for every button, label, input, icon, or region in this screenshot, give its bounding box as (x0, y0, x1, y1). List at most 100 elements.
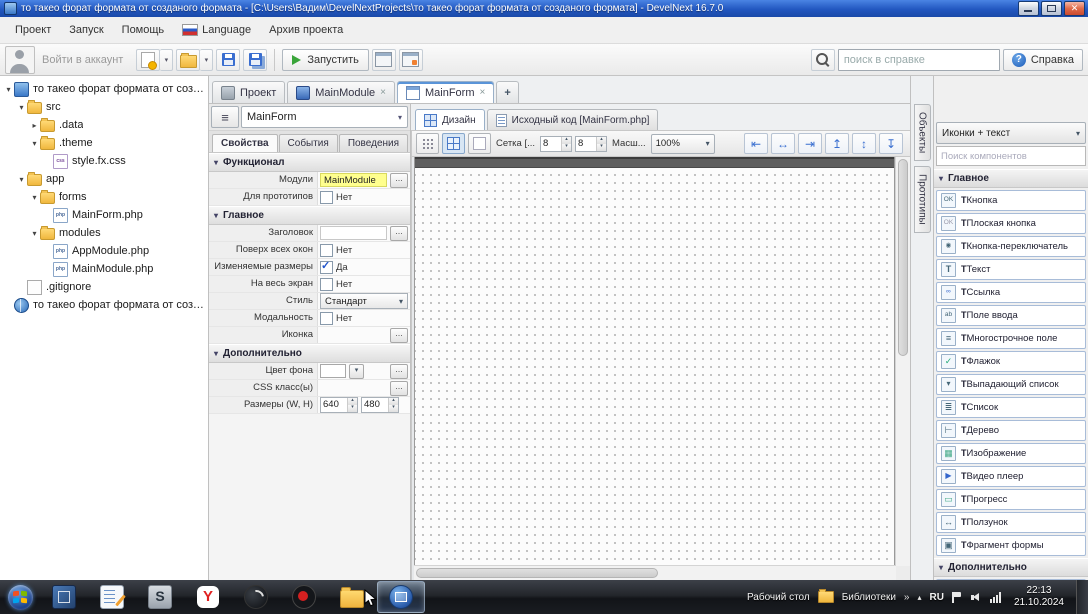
maximize-button[interactable] (1041, 1, 1062, 16)
action-center-flag-icon[interactable] (952, 592, 963, 603)
taskbar-app-document-editor[interactable] (89, 582, 135, 612)
align-left-icon[interactable] (744, 133, 768, 154)
tree-item-mainform-php[interactable]: MainForm.php (0, 206, 208, 224)
palette-item-progress-bar[interactable]: Прогресс (936, 489, 1086, 510)
collapse-arrow-icon[interactable]: ▾ (29, 193, 40, 202)
palette-item-tree-view[interactable]: Дерево (936, 420, 1086, 441)
search-button[interactable] (811, 49, 835, 71)
form-selector-dropdown[interactable]: MainForm (241, 106, 408, 128)
align-right-icon[interactable] (798, 133, 822, 154)
collapse-arrow-icon[interactable]: ▾ (3, 85, 14, 94)
spinner-down-icon[interactable] (348, 405, 357, 412)
taskbar-app-record-app[interactable] (281, 582, 327, 612)
menu-item-project[interactable]: Проект (6, 20, 60, 40)
panel-menu-button[interactable] (211, 106, 239, 128)
tree-item-gitignore[interactable]: .gitignore (0, 278, 208, 296)
align-bottom-icon[interactable] (879, 133, 903, 154)
palette-item-checkbox[interactable]: Флажок (936, 351, 1086, 372)
tree-item-appmodule-php[interactable]: AppModule.php (0, 242, 208, 260)
vertical-scrollbar[interactable] (895, 157, 910, 566)
tree-item-style-css[interactable]: style.fx.css (0, 152, 208, 170)
side-tab-prototypes[interactable]: Прототипы (914, 166, 931, 233)
align-center-icon[interactable] (771, 133, 795, 154)
menu-item-project-archive[interactable]: Архив проекта (260, 20, 352, 40)
section-header-additional[interactable]: Дополнительно (209, 344, 410, 363)
zoom-dropdown[interactable]: 100% (651, 134, 715, 154)
minimize-button[interactable] (1018, 1, 1039, 16)
checkbox[interactable] (320, 191, 333, 204)
close-tab-icon[interactable] (480, 87, 486, 98)
prop-text-field[interactable] (320, 226, 387, 240)
ellipsis-button[interactable] (390, 381, 408, 396)
run-button[interactable]: Запустить (282, 49, 369, 71)
user-avatar-icon[interactable] (5, 46, 35, 74)
palette-section-additional[interactable]: Дополнительно (934, 558, 1088, 577)
taskbar-app-explorer-folder[interactable] (329, 582, 375, 612)
menu-item-run[interactable]: Запуск (60, 20, 112, 40)
taskbar-app-dark-disc-app[interactable] (233, 582, 279, 612)
taskbar-app-develnext[interactable] (377, 581, 425, 613)
close-button[interactable] (1064, 1, 1085, 16)
palette-item-slider[interactable]: Ползунок (936, 512, 1086, 533)
tree-item-app-folder[interactable]: ▾app (0, 170, 208, 188)
start-button[interactable] (0, 580, 40, 614)
palette-item-text-field[interactable]: Поле ввода (936, 305, 1086, 326)
snap-toggle-button[interactable] (416, 133, 439, 154)
menu-item-language[interactable]: Language (173, 20, 260, 40)
desktop-toolbar-label[interactable]: Рабочий стол (747, 592, 810, 603)
design-tab-source-code[interactable]: Исходный код [MainForm.php] (487, 109, 659, 130)
ellipsis-button[interactable] (390, 226, 408, 241)
size-width-spinner[interactable]: 640 (320, 397, 358, 413)
design-canvas[interactable] (411, 157, 910, 580)
tree-item-project-root-2[interactable]: то такео форат формата от созданого форм… (0, 296, 208, 314)
open-project-dropdown[interactable] (200, 49, 213, 71)
tree-item-forms-folder[interactable]: ▾forms (0, 188, 208, 206)
window-tool-button[interactable] (372, 49, 396, 71)
palette-view-dropdown[interactable]: Иконки + текст (936, 122, 1086, 144)
network-icon[interactable] (990, 592, 1002, 603)
horizontal-scrollbar-thumb[interactable] (416, 568, 658, 578)
new-project-dropdown[interactable] (160, 49, 173, 71)
tree-item-src[interactable]: ▾src (0, 98, 208, 116)
color-swatch[interactable] (320, 364, 346, 378)
palette-item-toggle-button[interactable]: Кнопка-переключатель (936, 236, 1086, 257)
tree-item-modules-folder[interactable]: ▾modules (0, 224, 208, 242)
align-top-icon[interactable] (825, 133, 849, 154)
ellipsis-button[interactable] (390, 328, 408, 343)
taskbar-app-yandex-browser[interactable] (185, 582, 231, 612)
palette-item-image-view[interactable]: Изображение (936, 443, 1086, 464)
spinner-down-icon[interactable] (562, 144, 571, 151)
horizontal-scrollbar[interactable] (414, 565, 896, 580)
palette-item-media-player[interactable]: Видео плеер (936, 466, 1086, 487)
checkbox[interactable] (320, 278, 333, 291)
ellipsis-button[interactable] (390, 173, 408, 188)
save-all-button[interactable] (243, 49, 267, 71)
grid-toggle-button[interactable] (442, 133, 465, 154)
hidden-icons-chevron-icon[interactable] (917, 593, 921, 602)
palette-item-form-fragment[interactable]: Фрагмент формы (936, 535, 1086, 556)
palette-item-list-view[interactable]: Список (936, 397, 1086, 418)
toolbar-overflow-chevron[interactable]: » (904, 592, 910, 603)
blank-tool-button[interactable] (468, 133, 491, 154)
designer-tool-button[interactable] (399, 49, 423, 71)
checkbox[interactable] (320, 312, 333, 325)
help-button[interactable]: Справка (1003, 49, 1083, 71)
libraries-toolbar-label[interactable]: Библиотеки (842, 592, 896, 603)
section-header-functional[interactable]: Функционал (209, 153, 410, 172)
prop-text-field[interactable]: MainModule (320, 173, 387, 187)
open-project-button[interactable] (176, 49, 200, 71)
tree-item-data-folder[interactable]: ▸.data (0, 116, 208, 134)
color-dropdown-button[interactable] (349, 364, 364, 379)
props-tab-events[interactable]: События (279, 134, 338, 152)
palette-item-text-area[interactable]: Многострочное поле (936, 328, 1086, 349)
editor-tab-mainform[interactable]: MainForm (397, 81, 494, 103)
expand-arrow-icon[interactable]: ▸ (29, 121, 40, 130)
tree-item-theme-folder[interactable]: ▾.theme (0, 134, 208, 152)
align-middle-icon[interactable] (852, 133, 876, 154)
grid-height-spinner[interactable]: 8 (575, 136, 607, 152)
grid-width-spinner[interactable]: 8 (540, 136, 572, 152)
editor-tab-project[interactable]: Проект (212, 81, 285, 103)
taskbar-app-s-app[interactable] (137, 582, 183, 612)
help-search-input[interactable] (838, 49, 1000, 71)
login-button[interactable]: Войти в аккаунт (38, 50, 133, 70)
